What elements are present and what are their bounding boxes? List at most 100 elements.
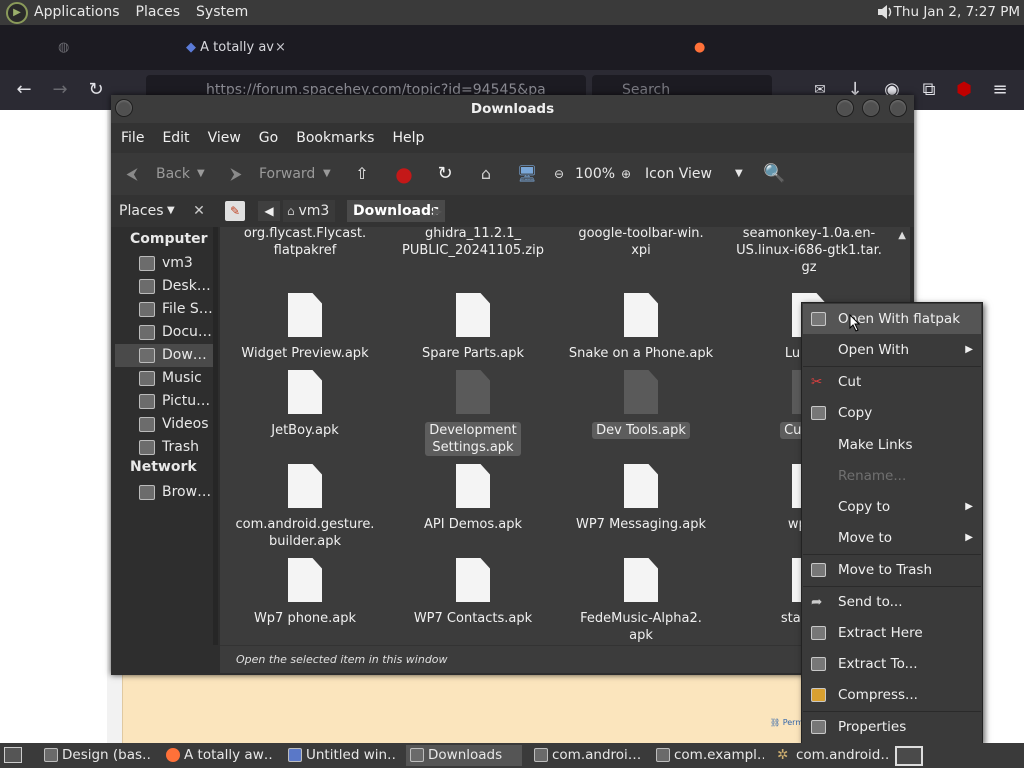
file-item[interactable]: ghidra_11.2.1_ PUBLIC_20241105.zip [388,227,558,259]
window-titlebar[interactable]: Downloads [111,95,914,123]
menu-edit[interactable]: Edit [153,130,198,146]
task-com-exampl[interactable]: com.exampl… [652,745,764,766]
task-com-android[interactable]: ✲ com.android… [774,745,890,766]
sidebar-item-browse-network[interactable]: Brow… [115,481,213,504]
github-icon[interactable]: ◍ [58,35,78,61]
file-item[interactable]: seamonkey-1.0a.en- US.linux-i686-gtk1.tar… [724,227,894,276]
file-item[interactable]: com.android.gesture. builder.apk [220,464,390,550]
breadcrumb-left-arrow[interactable]: ◀ [258,201,280,221]
search-icon[interactable]: 🔍 [763,163,785,185]
file-item-selected[interactable]: Dev Tools.apk [556,370,726,439]
menu-cut[interactable]: ✂ Cut [803,367,981,397]
file-item[interactable]: FedeMusic-Alpha2. apk [556,558,726,644]
file-item-selected[interactable]: Development Settings.apk [388,370,558,456]
applications-logo-icon[interactable]: ▶ [6,1,28,24]
file-item[interactable]: google-toolbar-win. xpi [556,227,726,259]
scroll-up-arrow-icon[interactable]: ▲ [898,230,906,241]
reload-icon[interactable]: ↻ [434,163,456,185]
breadcrumb-vm3[interactable]: ⌂ vm3 [283,200,336,222]
window-menu-button[interactable] [115,99,133,117]
menu-send-to[interactable]: ➦ Send to... [803,587,981,617]
forward-history-dropdown[interactable]: ▼ [323,153,331,195]
menu-bookmarks[interactable]: Bookmarks [287,130,383,146]
edit-location-icon[interactable]: ✎ [225,201,245,221]
sidebar-item-documents[interactable]: Docu… [115,321,213,344]
back-button[interactable]: Back [156,153,190,195]
back-arrow-icon[interactable]: ← [12,78,36,102]
menu-move-to-trash[interactable]: Move to Trash [803,555,981,585]
file-item[interactable]: WP7 Contacts.apk [388,558,558,627]
task-design[interactable]: Design (bas… [40,745,152,766]
workspace-switcher[interactable] [895,746,923,766]
firefox-tab-icon[interactable]: ● [694,35,714,61]
tab-close-icon[interactable]: × [275,35,291,61]
menu-copy[interactable]: Copy [803,398,981,428]
file-item[interactable]: Snake on a Phone.apk [556,293,726,362]
zoom-in-icon[interactable]: ⊕ [615,163,637,185]
file-item[interactable]: org.flycast.Flycast. flatpakref [220,227,390,259]
menu-make-links[interactable]: Make Links [803,430,981,460]
menu-extract-to[interactable]: Extract To... [803,649,981,679]
stop-icon[interactable]: ● [393,163,415,185]
task-firefox[interactable]: A totally aw… [162,745,274,766]
task-com-androi[interactable]: com.androi… [530,745,642,766]
close-button[interactable] [889,99,907,117]
up-icon[interactable]: ⇧ [351,163,373,185]
browser-tab-active[interactable]: ◆ A totally av [186,35,286,61]
maximize-button[interactable] [862,99,880,117]
menu-rename[interactable]: Rename... [803,461,981,491]
system-menu[interactable]: System [188,0,256,25]
sidebar-type-select[interactable]: Places ▼ [115,200,185,222]
volume-icon[interactable] [876,3,894,21]
menu-help[interactable]: Help [383,130,433,146]
sidebar-item-videos[interactable]: Videos [115,413,213,436]
file-item[interactable]: Widget Preview.apk [220,293,390,362]
menu-go[interactable]: Go [250,130,287,146]
sidebar-close-icon[interactable]: ✕ [189,200,209,222]
sidebar-item-downloads[interactable]: Dow… [115,344,213,367]
file-item[interactable]: JetBoy.apk [220,370,390,439]
extensions-icon[interactable]: ⧉ [917,78,941,102]
show-desktop-icon[interactable] [4,747,22,763]
menu-compress[interactable]: Compress... [803,680,981,710]
reload-icon[interactable]: ↻ [84,78,108,102]
sidebar-item-music[interactable]: Music [115,367,213,390]
applications-menu[interactable]: Applications [34,0,128,25]
menu-open-with-flatpak[interactable]: Open With flatpak [803,304,981,334]
clock[interactable]: Thu Jan 2, 7:27 PM [894,0,1020,25]
menu-move-to[interactable]: Move to ▶ [803,523,981,553]
sidebar-item-trash[interactable]: Trash [115,436,213,459]
breadcrumb-downloads[interactable]: Downloads [347,200,446,222]
ublock-icon[interactable]: ⬢ [952,78,976,102]
task-untitled[interactable]: Untitled win… [284,745,396,766]
minimize-button[interactable] [836,99,854,117]
home-icon[interactable]: ⌂ [475,163,497,185]
hamburger-menu-icon[interactable]: ≡ [988,78,1012,102]
view-mode-select[interactable]: Icon View [645,153,712,195]
forward-button[interactable]: Forward [259,153,315,195]
sidebar-item-desktop[interactable]: Desk… [115,275,213,298]
zoom-out-icon[interactable]: ⊖ [548,163,570,185]
back-history-dropdown[interactable]: ▼ [197,153,205,195]
computer-icon[interactable]: 🖥 [516,163,538,185]
file-item[interactable]: Wp7 phone.apk [220,558,390,627]
file-item[interactable]: API Demos.apk [388,464,558,533]
breadcrumb-right-arrow[interactable]: ▶ [433,201,447,221]
menu-open-with[interactable]: Open With ▶ [803,335,981,365]
places-menu[interactable]: Places [128,0,189,25]
sidebar-item-vm3[interactable]: vm3 [115,252,213,275]
forward-icon[interactable]: ⮞ [225,163,247,185]
menu-copy-to[interactable]: Copy to ▶ [803,492,981,522]
back-icon[interactable]: ⮜ [121,163,143,185]
menu-view[interactable]: View [199,130,250,146]
file-item[interactable]: WP7 Messaging.apk [556,464,726,533]
view-mode-dropdown-icon[interactable]: ▼ [735,153,743,195]
sidebar-item-pictures[interactable]: Pictu… [115,390,213,413]
sidebar-pane-divider[interactable] [213,227,218,645]
menu-extract-here[interactable]: Extract Here [803,618,981,648]
forward-arrow-icon[interactable]: → [48,78,72,102]
file-item[interactable]: Spare Parts.apk [388,293,558,362]
sidebar-item-filesystem[interactable]: File S… [115,298,213,321]
task-downloads[interactable]: Downloads [406,745,522,766]
menu-properties[interactable]: Properties [803,712,981,742]
